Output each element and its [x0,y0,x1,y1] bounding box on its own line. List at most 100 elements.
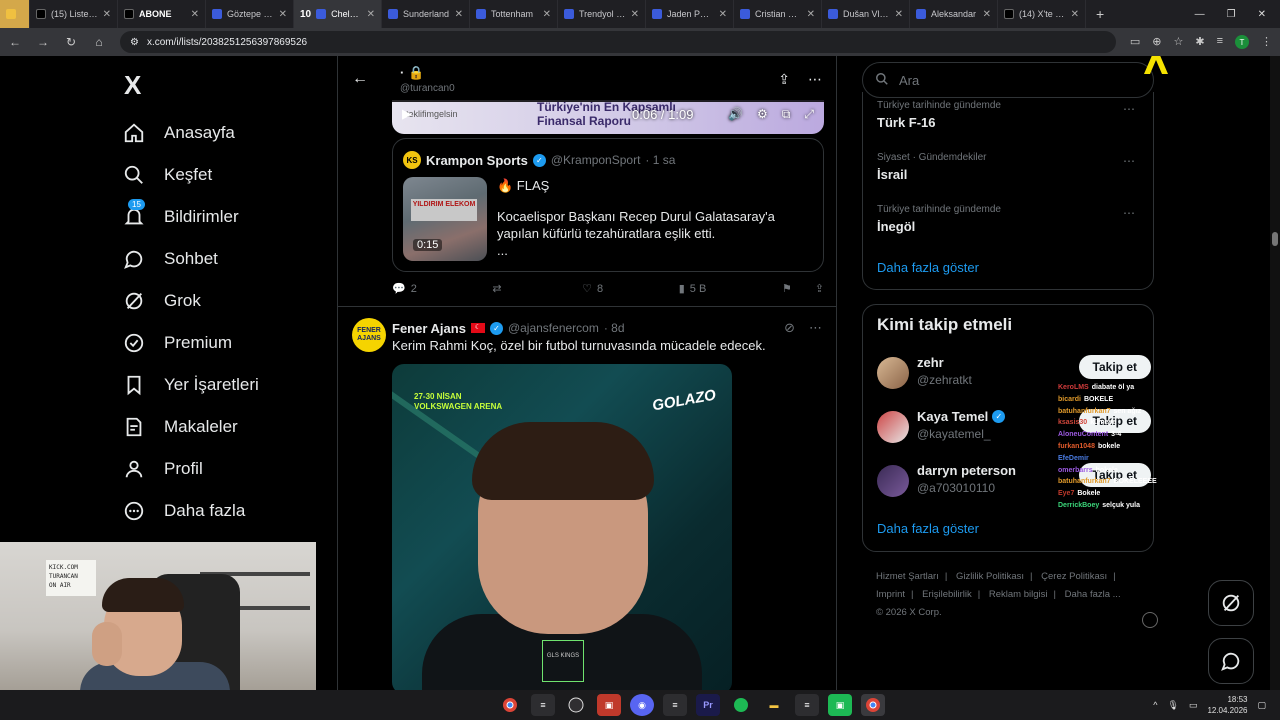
footer-link[interactable]: Çerez Politikası [1041,571,1107,582]
browser-tab-active[interactable]: 10 Chelsea - M ✕ [294,0,382,28]
footer-link[interactable]: Gizlilik Politikası [956,571,1024,582]
minimize-icon[interactable]: — [1195,9,1205,20]
tab-search-icon[interactable]: ≡ [1217,35,1223,49]
tray-arrow-icon[interactable]: ^ [1153,700,1157,710]
sidebar-item-grok[interactable]: Grok [122,280,322,322]
new-tab-button[interactable]: + [1086,6,1114,22]
page-scrollbar[interactable] [1270,56,1280,690]
back-arrow-icon[interactable]: ← [352,70,382,88]
sidebar-item-kesfet[interactable]: Keşfet [122,154,322,196]
url-field[interactable]: ⚙ x.com/i/lists/2038251256397869526 [120,31,1116,53]
x-logo[interactable]: X [124,70,141,101]
settings-icon[interactable]: ⚙ [757,107,768,122]
close-window-icon[interactable]: ✕ [1258,9,1266,20]
browser-tab[interactable]: Göztepe - K ✕ [206,0,294,28]
trend-item[interactable]: Türkiye tarihinde gündemde İnegöl ⋯ [877,204,1143,234]
share-icon[interactable]: ⇪ [815,282,824,295]
post-author[interactable]: Fener Ajans [392,321,466,336]
more-icon[interactable]: ⋯ [808,71,822,88]
chrome-taskbar-icon-active[interactable] [861,694,885,716]
discord-taskbar-icon[interactable]: ◉ [630,694,654,716]
back-arrow-icon[interactable]: ← [8,35,22,49]
close-tab-icon[interactable]: ✕ [807,9,815,20]
scrollbar-thumb[interactable] [1272,232,1278,246]
browser-tab[interactable]: Jaden Philog ✕ [646,0,734,28]
sidebar-item-yer-isaretleri[interactable]: Yer İşaretleri [122,364,322,406]
bookmark-button[interactable]: ⚑ ⇪ [782,282,824,295]
app-taskbar-icon[interactable]: ▣ [597,694,621,716]
more-icon[interactable]: ⋯ [1123,102,1135,116]
browser-tab[interactable]: ABONE ✕ [118,0,206,28]
quoted-post[interactable]: KS Krampon Sports ✓ @KramponSport · 1 sa… [392,138,824,272]
trend-item[interactable]: Türkiye tarihinde gündemde Türk F-16 ⋯ [877,100,1143,130]
trend-item[interactable]: Siyaset · Gündemdekiler İsrail ⋯ [877,152,1143,182]
quote-video-thumbnail[interactable]: YILDIRIM ELEKOM 0:15 [403,177,487,261]
views-button[interactable]: ▮ 5 B [679,282,707,296]
like-button[interactable]: ♡ 8 [582,282,603,296]
chrome-taskbar-icon[interactable] [498,694,522,716]
footer-link[interactable]: Erişilebilirlik [922,589,972,600]
avatar[interactable] [877,357,909,389]
sidebar-item-profil[interactable]: Profil [122,448,322,490]
profile-avatar[interactable]: T [1235,35,1249,49]
post-image[interactable]: 27-30 NİSAN VOLKSWAGEN ARENA GOLAZO GLS … [392,364,732,690]
sidebar-item-premium[interactable]: Premium [122,322,322,364]
avatar[interactable] [877,411,909,443]
close-tab-icon[interactable]: ✕ [719,9,727,20]
mic-icon[interactable]: 🎙 [1167,700,1178,711]
pip-icon[interactable]: ⧉ [782,107,791,122]
app-taskbar-icon[interactable]: ≡ [531,694,555,716]
more-icon[interactable]: ⋯ [809,320,822,336]
reload-icon[interactable]: ↻ [64,35,78,49]
fullscreen-icon[interactable]: ⤢ [804,107,814,122]
close-tab-icon[interactable]: ✕ [895,9,903,20]
browser-tab[interactable]: Trendyol Süp ✕ [558,0,646,28]
footer-link[interactable]: Imprint [876,589,905,600]
browser-tab[interactable]: Dušan Vlaho ✕ [822,0,910,28]
bookmark-star-icon[interactable]: ☆ [1173,35,1183,49]
spotify-taskbar-icon[interactable] [729,694,753,716]
cast-icon[interactable]: ▭ [1130,35,1140,49]
avatar[interactable] [877,465,909,497]
close-tab-icon[interactable]: ✕ [455,9,463,20]
zoom-icon[interactable]: ⊕ [1152,35,1161,49]
browser-tab[interactable]: (14) X'te No ✕ [998,0,1086,28]
sidebar-item-sohbet[interactable]: Sohbet [122,238,322,280]
forward-arrow-icon[interactable]: → [36,35,50,49]
home-icon[interactable]: ⌂ [92,35,106,49]
sidebar-item-makaleler[interactable]: Makaleler [122,406,322,448]
app-taskbar-icon[interactable]: ≡ [663,694,687,716]
close-tab-icon[interactable]: ✕ [191,9,199,20]
quote-author[interactable]: Krampon Sports [426,153,528,168]
footer-link[interactable]: Hizmet Şartları [876,571,939,582]
grok-icon[interactable]: ⊘ [784,320,795,336]
follow-button[interactable]: Takip et [1078,355,1151,379]
browser-tab[interactable]: Sunderland ✕ [382,0,470,28]
app-taskbar-icon[interactable]: ≡ [795,694,819,716]
sidebar-item-bildirimler[interactable]: 15 Bildirimler [122,196,322,238]
more-icon[interactable]: ⋯ [1123,206,1135,220]
app-taskbar-icon[interactable]: ▣ [828,694,852,716]
more-icon[interactable]: ⋯ [1123,154,1135,168]
share-icon[interactable]: ⇪ [778,71,790,88]
reply-button[interactable]: 💬 2 [392,282,417,296]
close-tab-icon[interactable]: ✕ [983,9,991,20]
close-tab-icon[interactable]: ✕ [279,9,287,20]
close-tab-icon[interactable]: ✕ [543,9,551,20]
footer-link[interactable]: Reklam bilgisi [989,589,1048,600]
browser-tab[interactable] [0,0,30,28]
sidebar-item-anasayfa[interactable]: Anasayfa [122,112,322,154]
obs-taskbar-icon[interactable] [564,694,588,716]
browser-tab[interactable]: Aleksandar ✕ [910,0,998,28]
close-tab-icon[interactable]: ✕ [103,9,111,20]
follow-show-more-link[interactable]: Daha fazla göster [877,521,979,536]
browser-tab[interactable]: Tottenham ✕ [470,0,558,28]
network-icon[interactable]: ▭ [1189,700,1198,711]
browser-tab[interactable]: Cristian Chiv ✕ [734,0,822,28]
avatar[interactable]: FENER AJANS [352,318,386,352]
premiere-taskbar-icon[interactable]: Pr [696,694,720,716]
browser-menu-icon[interactable]: ⋮ [1261,35,1272,49]
messages-fab-button[interactable] [1208,638,1254,684]
site-info-icon[interactable]: ⚙ [130,37,139,48]
footer-link[interactable]: Daha fazla ... [1065,589,1121,600]
